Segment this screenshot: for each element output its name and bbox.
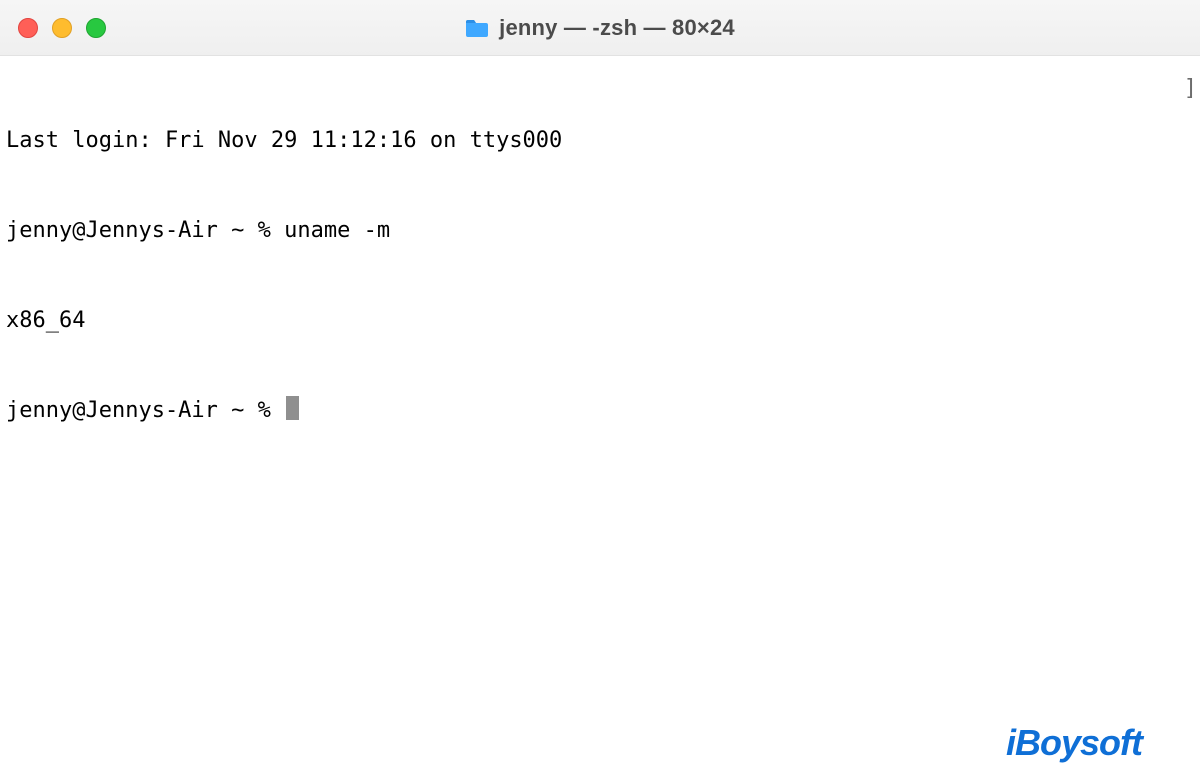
watermark-text: iBoysoft [1006, 722, 1142, 763]
terminal-prompt-line: jenny@Jennys-Air ~ % [6, 396, 1194, 426]
title-center: jenny — -zsh — 80×24 [0, 15, 1200, 41]
cursor-icon [286, 396, 299, 420]
zoom-button[interactable] [86, 18, 106, 38]
terminal-line: jenny@Jennys-Air ~ % uname -m [6, 216, 1194, 246]
close-button[interactable] [18, 18, 38, 38]
window-controls [18, 18, 106, 38]
terminal-line: x86_64 [6, 306, 1194, 336]
terminal-output[interactable]: Last login: Fri Nov 29 11:12:16 on ttys0… [0, 56, 1200, 486]
window-title: jenny — -zsh — 80×24 [499, 15, 735, 41]
terminal-line: Last login: Fri Nov 29 11:12:16 on ttys0… [6, 126, 1194, 156]
terminal-prompt: jenny@Jennys-Air ~ % [6, 398, 284, 423]
watermark-logo: iBoysoft [1006, 722, 1142, 764]
scrollbar-mark: ] [1184, 74, 1197, 104]
titlebar: jenny — -zsh — 80×24 [0, 0, 1200, 56]
minimize-button[interactable] [52, 18, 72, 38]
folder-icon [465, 18, 489, 38]
